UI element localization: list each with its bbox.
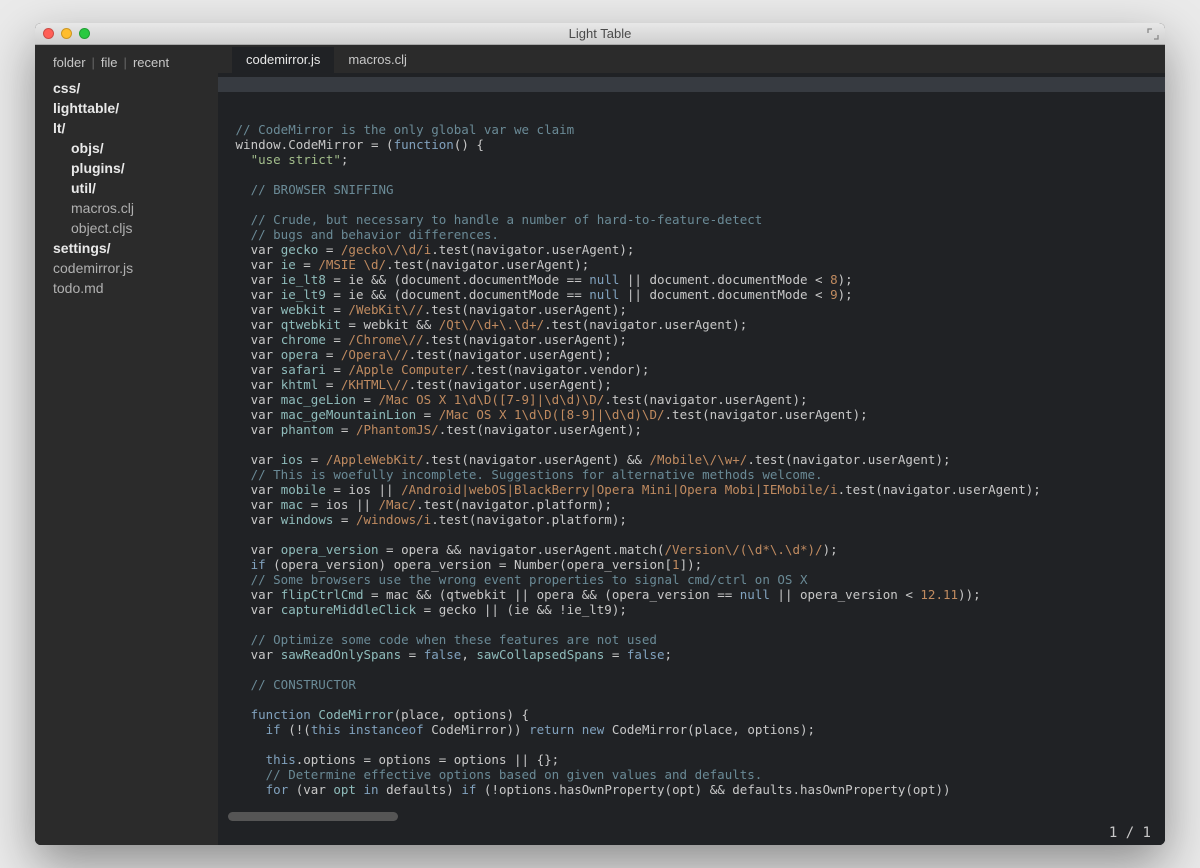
code-line[interactable]: // Some browsers use the wrong event pro… <box>228 572 1165 587</box>
editor: codemirror.jsmacros.clj // CodeMirror is… <box>218 45 1165 845</box>
tree-item[interactable]: object.cljs <box>53 218 218 238</box>
tree-item[interactable]: settings/ <box>53 238 218 258</box>
code-line[interactable]: var qtwebkit = webkit && /Qt\/\d+\.\d+/.… <box>228 317 1165 332</box>
app-window: Light Table folder|file|recent css/light… <box>35 23 1165 845</box>
code-line[interactable]: var captureMiddleClick = gecko || (ie &&… <box>228 602 1165 617</box>
nav-file[interactable]: file <box>101 55 118 70</box>
file-tree: css/lighttable/lt/objs/plugins/util/macr… <box>35 78 218 298</box>
tree-item[interactable]: lt/ <box>53 118 218 138</box>
code-line[interactable]: // bugs and behavior differences. <box>228 227 1165 242</box>
code-line[interactable]: var ios = /AppleWebKit/.test(navigator.u… <box>228 452 1165 467</box>
code-line[interactable]: var mac_geLion = /Mac OS X 1\d\D([7-9]|\… <box>228 392 1165 407</box>
code-line[interactable]: var safari = /Apple Computer/.test(navig… <box>228 362 1165 377</box>
fullscreen-icon[interactable] <box>1147 28 1159 40</box>
code-line[interactable] <box>228 437 1165 452</box>
code-line[interactable] <box>228 167 1165 182</box>
code-line[interactable]: // Optimize some code when these feature… <box>228 632 1165 647</box>
nav-recent[interactable]: recent <box>133 55 169 70</box>
code-line[interactable]: var windows = /windows/i.test(navigator.… <box>228 512 1165 527</box>
code-line[interactable]: // Crude, but necessary to handle a numb… <box>228 212 1165 227</box>
tree-item[interactable]: css/ <box>53 78 218 98</box>
code-line[interactable] <box>228 737 1165 752</box>
tree-item[interactable]: macros.clj <box>53 198 218 218</box>
code-line[interactable]: var opera = /Opera\//.test(navigator.use… <box>228 347 1165 362</box>
code-line[interactable] <box>228 617 1165 632</box>
code-area[interactable]: // CodeMirror is the only global var we … <box>218 73 1165 845</box>
code-line[interactable]: var opera_version = opera && navigator.u… <box>228 542 1165 557</box>
code-line[interactable]: var phantom = /PhantomJS/.test(navigator… <box>228 422 1165 437</box>
code-line[interactable]: var flipCtrlCmd = mac && (qtwebkit || op… <box>228 587 1165 602</box>
code-line[interactable]: var chrome = /Chrome\//.test(navigator.u… <box>228 332 1165 347</box>
code-content: // CodeMirror is the only global var we … <box>228 122 1165 797</box>
code-line[interactable]: this.options = options = options || {}; <box>228 752 1165 767</box>
code-line[interactable] <box>228 662 1165 677</box>
code-line[interactable]: var gecko = /gecko\/\d/i.test(navigator.… <box>228 242 1165 257</box>
code-line[interactable]: // BROWSER SNIFFING <box>228 182 1165 197</box>
code-line[interactable]: for (var opt in defaults) if (!options.h… <box>228 782 1165 797</box>
code-line[interactable]: var mobile = ios || /Android|webOS|Black… <box>228 482 1165 497</box>
code-line[interactable]: // This is woefully incomplete. Suggesti… <box>228 467 1165 482</box>
tree-item[interactable]: todo.md <box>53 278 218 298</box>
code-line[interactable]: var webkit = /WebKit\//.test(navigator.u… <box>228 302 1165 317</box>
code-line[interactable] <box>228 197 1165 212</box>
code-line[interactable]: if (opera_version) opera_version = Numbe… <box>228 557 1165 572</box>
tree-item[interactable]: lighttable/ <box>53 98 218 118</box>
code-line[interactable]: "use strict"; <box>228 152 1165 167</box>
code-line[interactable]: var khtml = /KHTML\//.test(navigator.use… <box>228 377 1165 392</box>
horizontal-scrollbar[interactable] <box>228 812 398 821</box>
status-position: 1 / 1 <box>1109 825 1151 841</box>
code-line[interactable] <box>228 527 1165 542</box>
code-line[interactable] <box>228 692 1165 707</box>
code-line[interactable]: window.CodeMirror = (function() { <box>228 137 1165 152</box>
code-line[interactable]: function CodeMirror(place, options) { <box>228 707 1165 722</box>
nav-menu: folder|file|recent <box>35 55 218 78</box>
tree-item[interactable]: objs/ <box>53 138 218 158</box>
code-line[interactable]: var ie_lt8 = ie && (document.documentMod… <box>228 272 1165 287</box>
tree-item[interactable]: plugins/ <box>53 158 218 178</box>
code-line[interactable]: // Determine effective options based on … <box>228 767 1165 782</box>
code-line[interactable]: var mac = ios || /Mac/.test(navigator.pl… <box>228 497 1165 512</box>
nav-folder[interactable]: folder <box>53 55 86 70</box>
window-title: Light Table <box>35 26 1165 41</box>
tab[interactable]: macros.clj <box>334 47 421 73</box>
code-line[interactable]: var ie = /MSIE \d/.test(navigator.userAg… <box>228 257 1165 272</box>
tab[interactable]: codemirror.js <box>232 47 334 73</box>
code-line[interactable]: var mac_geMountainLion = /Mac OS X 1\d\D… <box>228 407 1165 422</box>
code-line[interactable]: // CodeMirror is the only global var we … <box>228 122 1165 137</box>
tree-item[interactable]: codemirror.js <box>53 258 218 278</box>
code-line[interactable]: var ie_lt9 = ie && (document.documentMod… <box>228 287 1165 302</box>
tree-item[interactable]: util/ <box>53 178 218 198</box>
code-line[interactable]: var sawReadOnlySpans = false, sawCollaps… <box>228 647 1165 662</box>
tab-bar: codemirror.jsmacros.clj <box>218 45 1165 73</box>
app-body: folder|file|recent css/lighttable/lt/obj… <box>35 45 1165 845</box>
code-line[interactable]: if (!(this instanceof CodeMirror)) retur… <box>228 722 1165 737</box>
code-line[interactable]: // CONSTRUCTOR <box>228 677 1165 692</box>
current-line-highlight <box>218 77 1165 92</box>
sidebar: folder|file|recent css/lighttable/lt/obj… <box>35 45 218 845</box>
titlebar[interactable]: Light Table <box>35 23 1165 45</box>
